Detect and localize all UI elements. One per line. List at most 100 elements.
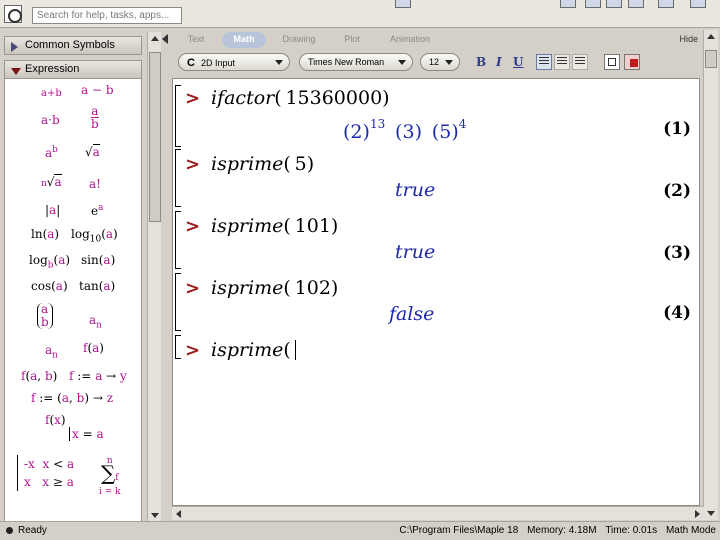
prompt-icon: > — [185, 278, 201, 299]
font-dropdown[interactable]: Times New Roman — [299, 53, 413, 71]
palette-index-template[interactable]: an — [45, 343, 58, 360]
context-toolbar: Text Math Drawing Plot Animation Hide C2… — [172, 30, 704, 76]
command-line[interactable]: isprime( 101) — [211, 215, 338, 237]
palette-expression-header[interactable]: Expression — [4, 60, 142, 79]
align-left-icon[interactable] — [536, 54, 552, 70]
command-function: isprime — [211, 215, 284, 237]
status-memory: Memory: 4.18M — [527, 525, 597, 536]
input-mode-dropdown[interactable]: C 2D Input — [178, 53, 290, 71]
tab-plot[interactable]: Plot — [334, 32, 370, 48]
execution-group-bracket[interactable] — [175, 149, 181, 207]
maple-app-icon[interactable] — [4, 5, 22, 23]
tab-drawing[interactable]: Drawing — [274, 32, 324, 48]
command-function: isprime — [211, 277, 284, 299]
status-time: Time: 0.01s — [605, 525, 658, 536]
prompt-icon: > — [185, 340, 201, 361]
scroll-thumb[interactable] — [705, 50, 717, 68]
font-size-value: 12 — [429, 57, 440, 67]
palette-factorial-template[interactable]: a! — [89, 177, 101, 191]
align-center-icon[interactable] — [554, 54, 570, 70]
palette-fraction-template[interactable]: ab — [91, 105, 99, 130]
scroll-right-icon[interactable] — [695, 510, 700, 518]
equation-label[interactable]: (4) — [663, 303, 691, 323]
hide-button[interactable]: Hide — [679, 34, 698, 44]
equation-label[interactable]: (3) — [663, 243, 691, 263]
mode-letter: C — [187, 57, 195, 69]
toolbar-icon[interactable] — [585, 0, 601, 8]
palette-logb-template[interactable]: logb(a) — [29, 253, 70, 270]
highlight-color-icon[interactable] — [624, 54, 640, 70]
collapse-palette-icon[interactable] — [162, 32, 170, 46]
execution-group-bracket[interactable] — [175, 273, 181, 331]
palette-power-template[interactable]: ab — [45, 145, 58, 160]
scroll-down-icon[interactable] — [151, 513, 159, 518]
palette-function-template[interactable]: f(a) — [83, 341, 104, 355]
palette-log10-template[interactable]: log10(a) — [71, 227, 118, 244]
command-line[interactable]: isprime( 102) — [211, 277, 338, 299]
palette-sqrt-template[interactable]: √a — [85, 144, 100, 159]
prompt-icon: > — [185, 154, 201, 175]
equation-label[interactable]: (1) — [663, 119, 691, 139]
tab-text[interactable]: Text — [178, 32, 214, 48]
worksheet-horizontal-scrollbar[interactable] — [172, 506, 704, 520]
palette-eval-at-template[interactable]: f(x) x = a — [45, 413, 104, 441]
status-bar: Ready C:\Program Files\Maple 18 Memory: … — [0, 521, 720, 540]
command-argument: 101 — [294, 215, 331, 237]
command-line[interactable]: isprime( 5) — [211, 153, 314, 175]
palette-binomial-template[interactable]: ab — [37, 303, 53, 329]
toolbar-icon[interactable] — [628, 0, 644, 8]
palette-arrow-function-template[interactable]: f := a → y — [69, 369, 127, 383]
toolbar-icon[interactable] — [690, 0, 706, 8]
underline-button[interactable]: U — [513, 55, 523, 69]
factor-base: 3 — [402, 121, 415, 143]
italic-button[interactable]: I — [496, 55, 502, 69]
search-input[interactable] — [32, 7, 182, 24]
palette-abs-template[interactable]: |a| — [45, 203, 60, 217]
scroll-up-icon[interactable] — [151, 36, 159, 41]
scroll-up-icon[interactable] — [707, 34, 715, 39]
palette-nthroot-template[interactable]: n√a — [41, 174, 62, 189]
command-function: isprime — [211, 339, 284, 361]
toolbar-icon[interactable] — [395, 0, 411, 8]
palette-cos-template[interactable]: cos(a) — [31, 279, 68, 293]
execution-group-bracket[interactable] — [175, 85, 181, 147]
worksheet[interactable]: > ifactor( 15360000) (2)13 (3) (5)4 (1) … — [172, 78, 700, 506]
palette-exp-template[interactable]: ea — [91, 203, 103, 218]
palette-arrow-function2-template[interactable]: f := (a, b) → z — [31, 391, 113, 405]
command-line-active[interactable]: isprime( — [211, 339, 296, 361]
palette-ln-template[interactable]: ln(a) — [31, 227, 59, 241]
palette-difference-template[interactable]: a − b — [81, 83, 114, 97]
palette-tan-template[interactable]: tan(a) — [79, 279, 115, 293]
execution-group-bracket[interactable] — [175, 335, 181, 359]
text-cursor — [294, 340, 296, 360]
toolbar-icon[interactable] — [606, 0, 622, 8]
palette-scrollbar[interactable] — [147, 32, 161, 522]
palette-common-symbols-header[interactable]: Common Symbols — [4, 36, 142, 55]
scroll-thumb[interactable] — [149, 52, 161, 222]
equation-label[interactable]: (2) — [663, 181, 691, 201]
toolbar-icon[interactable] — [658, 0, 674, 8]
toolbar-icon[interactable] — [560, 0, 576, 8]
command-line[interactable]: ifactor( 15360000) — [211, 87, 390, 109]
palette-summation-template[interactable]: n ∑f i = k — [99, 453, 121, 498]
palette-title: Expression — [25, 63, 80, 75]
bold-button[interactable]: B — [476, 55, 486, 69]
worksheet-vertical-scrollbar[interactable] — [703, 30, 718, 520]
scroll-left-icon[interactable] — [176, 510, 181, 518]
palette-piecewise-template[interactable]: -x x < ax x ≥ a — [17, 455, 74, 491]
align-right-icon[interactable] — [572, 54, 588, 70]
palette-sin-template[interactable]: sin(a) — [81, 253, 115, 267]
result-output: true — [395, 179, 436, 201]
text-color-icon[interactable] — [604, 54, 620, 70]
tab-animation[interactable]: Animation — [382, 32, 438, 48]
font-size-dropdown[interactable]: 12 — [420, 53, 460, 71]
scroll-down-icon[interactable] — [707, 511, 715, 516]
palette-sum-template[interactable]: a+b — [41, 85, 62, 99]
palette-product-template[interactable]: a·b — [41, 113, 60, 127]
execution-group-bracket[interactable] — [175, 211, 181, 269]
palette-subscript-template[interactable]: an — [89, 313, 102, 330]
palette-function2-template[interactable]: f(a, b) — [21, 369, 57, 383]
command-argument: 15360000 — [285, 87, 383, 109]
top-toolbar — [0, 0, 720, 28]
tab-math[interactable]: Math — [222, 32, 266, 48]
